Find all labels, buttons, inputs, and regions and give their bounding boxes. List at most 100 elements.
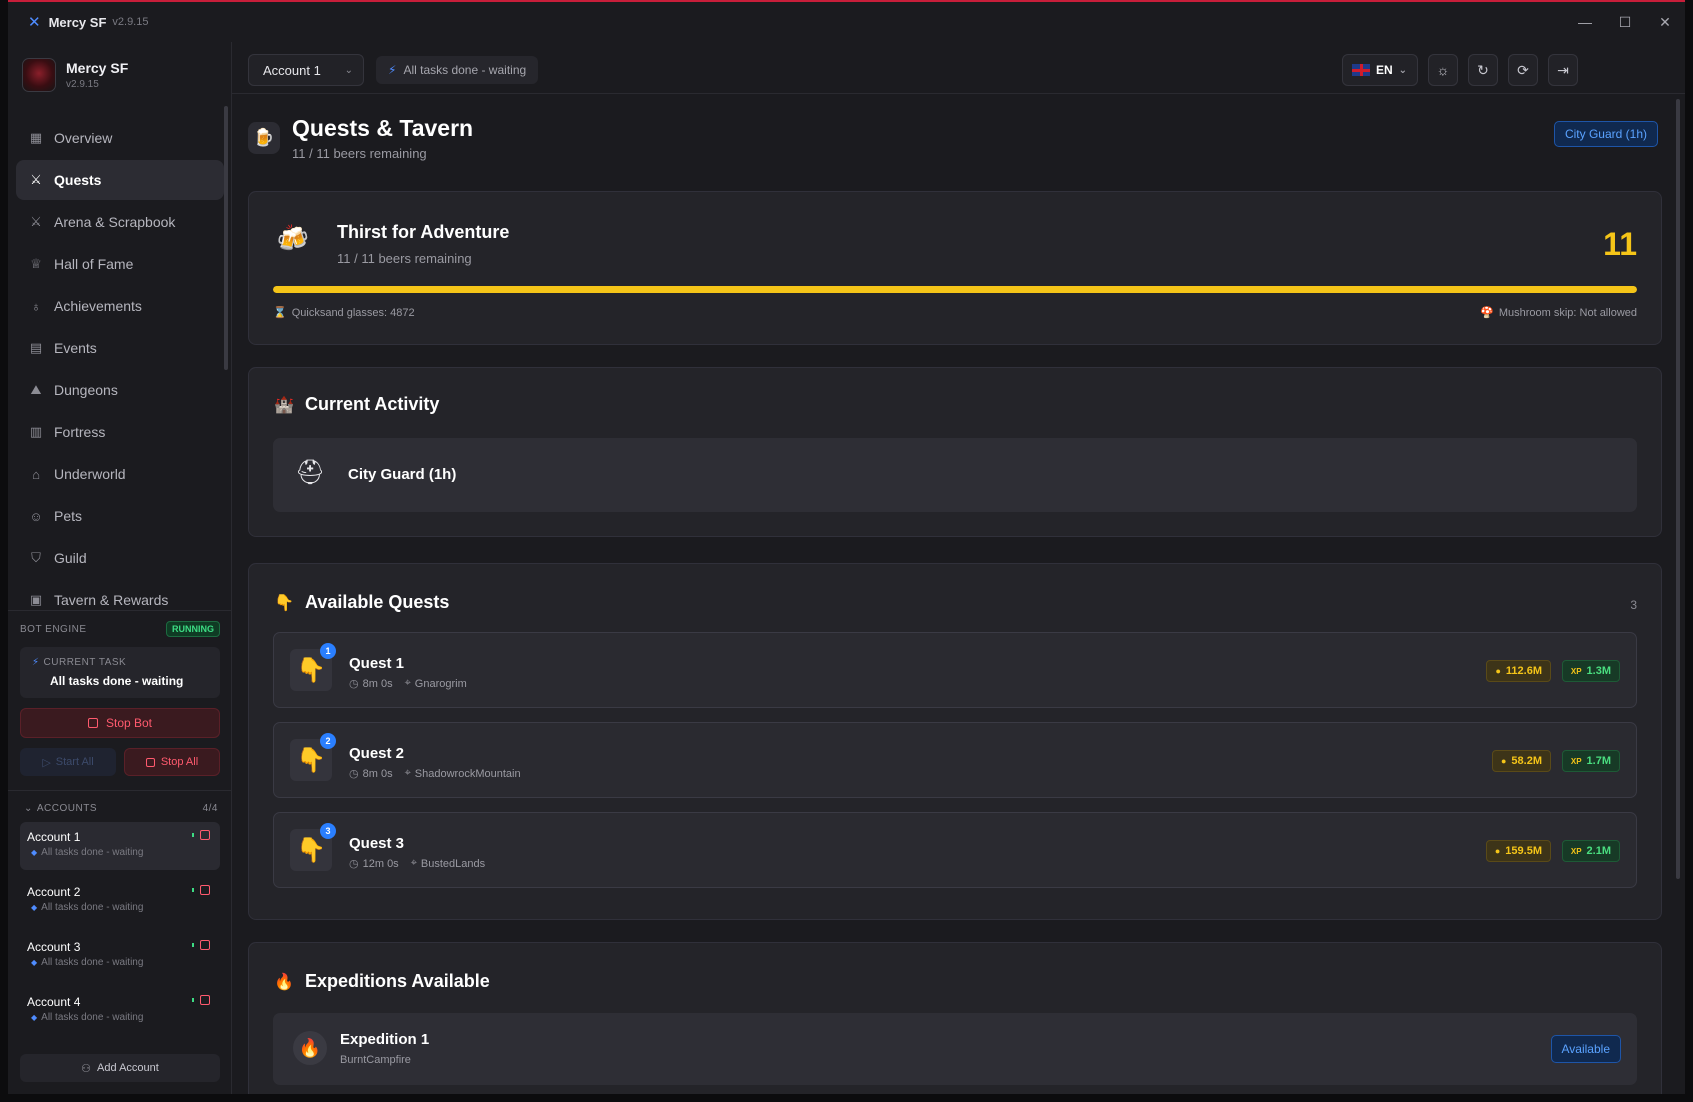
quest-time: 8m 0s — [362, 677, 393, 690]
app-title: Mercy SF — [48, 14, 107, 30]
language-select[interactable]: EN ⌄ — [1342, 54, 1418, 86]
thirst-card: 🍻 Thirst for Adventure 11 / 11 beers rem… — [248, 191, 1662, 345]
clock-icon: ◷ — [349, 768, 359, 780]
stop-bot-label: Stop Bot — [105, 716, 153, 730]
campfire-icon: 🔥 — [293, 1031, 327, 1065]
maximize-button[interactable]: ☐ — [1605, 14, 1645, 31]
account-item[interactable]: Account 3 ◆ All tasks done - waiting — [20, 932, 220, 980]
profile-name: Mercy SF — [66, 60, 129, 76]
xp-value: 1.7M — [1586, 755, 1611, 767]
mountain-icon: ⛰ — [30, 382, 42, 397]
castle-icon: 🏰 — [274, 396, 294, 414]
sidebar-item-label: Hall of Fame — [54, 256, 134, 272]
quicksand-text: Quicksand glasses: 4872 — [291, 307, 415, 319]
language-value: EN — [1376, 63, 1393, 77]
gift-icon: ▣ — [29, 592, 43, 607]
calendar-icon: ▤ — [29, 340, 43, 355]
app-version: v2.9.15 — [112, 16, 149, 28]
minimize-button[interactable]: — — [1565, 14, 1605, 30]
sidebar-item-guild[interactable]: ⛉ Guild — [16, 538, 224, 578]
logout-button[interactable]: ⇥ — [1548, 54, 1578, 86]
title-bar: ✕ Mercy SF v2.9.15 — ☐ ✕ — [8, 2, 1685, 42]
clock-icon: ◷ — [349, 678, 359, 690]
expedition-row[interactable]: 🔥 Expedition 1 BurntCampfire Available — [273, 1013, 1637, 1085]
expedition-name: Expedition 1 — [340, 1031, 430, 1048]
account-item[interactable]: Account 1 ◆ All tasks done - waiting — [20, 822, 220, 870]
quest-name: Quest 1 — [349, 655, 405, 672]
task-status-text: All tasks done - waiting — [403, 63, 527, 77]
start-all-button[interactable]: ▷ Start All — [20, 748, 116, 776]
sidebar-item-underworld[interactable]: ⌂ Underworld — [16, 454, 224, 494]
quest-number-badge: 1 — [320, 643, 336, 659]
chevron-down-icon: ⌄ — [344, 64, 353, 76]
sidebar-item-events[interactable]: ▤ Events — [16, 328, 224, 368]
gold-reward-badge: ● 159.5M — [1485, 840, 1551, 862]
sidebar-item-achievements[interactable]: ♁ Achievements — [16, 286, 224, 326]
sidebar-item-label: Quests — [54, 172, 102, 188]
close-button[interactable]: ✕ — [1645, 14, 1685, 31]
sidebar-item-arena-scrapbook[interactable]: ⚔ Arena & Scrapbook — [16, 202, 224, 242]
account-stop-button[interactable] — [200, 885, 210, 895]
stop-bot-button[interactable]: Stop Bot — [20, 708, 220, 738]
map-pin-icon: ⌖ — [404, 677, 411, 689]
pointing-hand-icon: 👇 — [274, 594, 294, 612]
account-select[interactable]: Account 1 ⌄ — [248, 54, 364, 86]
section-title: Expeditions Available — [305, 971, 490, 991]
accounts-label: ACCOUNTS — [36, 803, 98, 814]
avatar — [22, 58, 56, 92]
refresh-button[interactable]: ↻ — [1468, 54, 1498, 86]
sidebar-item-label: Pets — [54, 508, 83, 524]
account-status: All tasks done - waiting — [41, 1012, 144, 1023]
accounts-list: Account 1 ◆ All tasks done - waiting Acco… — [20, 822, 220, 1035]
activity-name: City Guard (1h) — [348, 466, 457, 483]
clock-icon: ◷ — [349, 858, 359, 870]
sidebar-item-fortress[interactable]: ▥ Fortress — [16, 412, 224, 452]
stop-icon — [87, 718, 98, 728]
xp-value: 1.3M — [1586, 665, 1611, 677]
stop-all-button[interactable]: Stop All — [124, 748, 220, 776]
sidebar-item-label: Underworld — [54, 466, 126, 482]
quest-row[interactable]: 👇 3 Quest 3 ◷ 12m 0s ⌖ BustedLands ● 159.5M … — [273, 812, 1637, 888]
xp-reward-badge: XP 1.7M — [1561, 750, 1620, 772]
swords-icon: ⚔ — [30, 214, 42, 229]
sidebar-item-hall-of-fame[interactable]: ♕ Hall of Fame — [16, 244, 224, 284]
sidebar-item-label: Guild — [54, 550, 87, 566]
account-item[interactable]: Account 4 ◆ All tasks done - waiting — [20, 987, 220, 1035]
theme-toggle-button[interactable]: ☼ — [1428, 54, 1458, 86]
account-stop-button[interactable] — [200, 830, 210, 840]
add-account-button[interactable]: ⚇ Add Account — [20, 1054, 220, 1082]
account-item[interactable]: Account 2 ◆ All tasks done - waiting — [20, 877, 220, 925]
stop-icon — [145, 757, 155, 767]
account-select-value: Account 1 — [263, 62, 321, 78]
quest-row[interactable]: 👇 2 Quest 2 ◷ 8m 0s ⌖ ShadowrockMountain ● 5… — [273, 722, 1637, 798]
main-scrollbar[interactable] — [1676, 99, 1680, 879]
map-pin-icon: ⌖ — [410, 857, 417, 869]
quest-row[interactable]: 👇 1 Quest 1 ◷ 8m 0s ⌖ Gnarogrim ● 112.6M XP 1… — [273, 632, 1637, 708]
refresh-icon: ↻ — [1477, 61, 1489, 78]
account-stop-button[interactable] — [200, 940, 210, 950]
gold-coin-icon: ● — [1495, 666, 1501, 676]
hourglass-icon: ⌛ — [273, 307, 287, 319]
sidebar-item-overview[interactable]: ▦ Overview — [16, 118, 224, 158]
add-account-label: Add Account — [97, 1062, 159, 1074]
available-badge[interactable]: Available — [1550, 1035, 1621, 1063]
account-stop-button[interactable] — [200, 995, 210, 1005]
gold-value: 112.6M — [1505, 665, 1542, 677]
section-title: Current Activity — [305, 394, 440, 414]
gold-reward-badge: ● 58.2M — [1491, 750, 1551, 772]
gold-reward-badge: ● 112.6M — [1486, 660, 1551, 682]
online-indicator — [192, 833, 194, 837]
sync-button[interactable]: ⟳ — [1508, 54, 1538, 86]
sidebar-item-quests[interactable]: ⚔ Quests — [16, 160, 224, 200]
app-window: ✕ Mercy SF v2.9.15 — ☐ ✕ Mercy SF v2.9.1… — [8, 0, 1685, 1094]
accounts-header[interactable]: ⌄ ACCOUNTS 4/4 — [8, 790, 232, 814]
thirst-title: Thirst for Adventure — [337, 222, 510, 242]
quest-name: Quest 3 — [349, 835, 405, 852]
sidebar-item-pets[interactable]: ☺ Pets — [16, 496, 224, 536]
sidebar: Mercy SF v2.9.15 ▦ Overview ⚔ Quests ⚔ Aren… — [8, 42, 232, 1094]
current-task-value: All tasks done - waiting — [50, 674, 184, 688]
sidebar-item-dungeons[interactable]: ⛰ Dungeons — [16, 370, 224, 410]
sidebar-scrollbar[interactable] — [224, 106, 228, 370]
profile: Mercy SF v2.9.15 — [22, 58, 128, 92]
beer-cheers-icon: 🍻 — [276, 223, 310, 253]
